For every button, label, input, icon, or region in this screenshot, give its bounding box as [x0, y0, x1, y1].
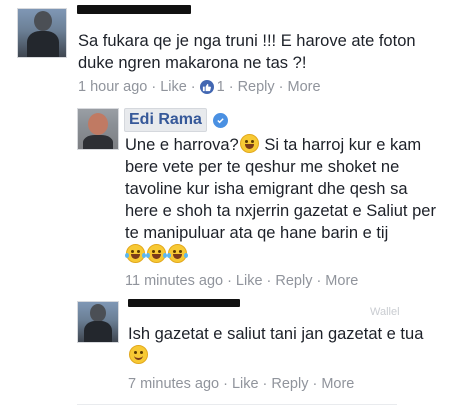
avatar-head — [88, 113, 108, 135]
second-reply-text-body: Ish gazetat e saliut tani jan gazetat e … — [128, 325, 424, 343]
second-replier-avatar[interactable] — [77, 301, 119, 343]
like-count-number: 1 — [216, 79, 225, 95]
reply-button[interactable]: Reply — [275, 273, 312, 289]
avatar-body — [84, 321, 112, 342]
grinning-sweat-emoji-icon — [239, 134, 259, 153]
second-reply-meta: 7 minutes ago · Like · Reply · More — [128, 376, 354, 392]
thumbs-up-icon — [199, 80, 214, 94]
commenter-avatar[interactable] — [17, 8, 67, 58]
separator-dot: · — [316, 273, 322, 289]
comment-meta: 1 hour ago · Like · 1 · Reply · More — [78, 79, 321, 95]
second-reply-time[interactable]: 7 minutes ago — [128, 376, 219, 392]
avatar-head — [90, 304, 106, 322]
reply-text-start: Une e harrova? — [125, 136, 239, 154]
like-button[interactable]: Like — [236, 273, 263, 289]
verified-badge-icon — [212, 112, 228, 128]
partial-author-name: Wallel — [370, 306, 400, 318]
comment-time[interactable]: 1 hour ago — [78, 79, 147, 95]
tears-of-joy-emoji-icon — [167, 244, 188, 263]
like-button[interactable]: Like — [232, 376, 259, 392]
separator-dot: · — [227, 273, 232, 289]
separator-dot: · — [190, 79, 196, 95]
tears-of-joy-emoji-icon — [125, 244, 146, 263]
reply-button[interactable]: Reply — [238, 79, 275, 95]
more-button[interactable]: More — [325, 273, 358, 289]
edi-rama-avatar[interactable] — [77, 108, 119, 150]
separator-dot: · — [266, 273, 272, 289]
like-button[interactable]: Like — [160, 79, 187, 95]
second-reply-text: Ish gazetat e saliut tani jan gazetat e … — [128, 323, 443, 367]
more-button[interactable]: More — [287, 79, 320, 95]
separator-dot: · — [262, 376, 268, 392]
separator-dot: · — [228, 79, 234, 95]
like-count[interactable]: 1 — [199, 79, 225, 95]
reply-button[interactable]: Reply — [271, 376, 308, 392]
redacted-name — [128, 299, 240, 307]
separator-dot: · — [312, 376, 318, 392]
avatar-body — [83, 135, 113, 149]
reply-time[interactable]: 11 minutes ago — [125, 273, 223, 289]
redacted-name — [77, 5, 191, 14]
avatar-body — [27, 31, 59, 57]
slight-smile-emoji-icon — [129, 345, 148, 364]
avatar-head — [34, 11, 52, 31]
bottom-divider — [77, 404, 397, 405]
separator-dot: · — [151, 79, 157, 95]
separator-dot: · — [223, 376, 228, 392]
comment-text: Sa fukara qe je nga truni !!! E harove a… — [78, 32, 416, 72]
reply-text: Une e harrova? Si ta harroj kur e kam be… — [125, 134, 437, 266]
author-row: Edi Rama — [124, 108, 228, 132]
more-button[interactable]: More — [321, 376, 354, 392]
separator-dot: · — [278, 79, 284, 95]
author-name[interactable]: Edi Rama — [124, 108, 207, 132]
reply-meta: 11 minutes ago · Like · Reply · More — [125, 273, 358, 289]
tears-of-joy-emoji-icon — [146, 244, 167, 263]
